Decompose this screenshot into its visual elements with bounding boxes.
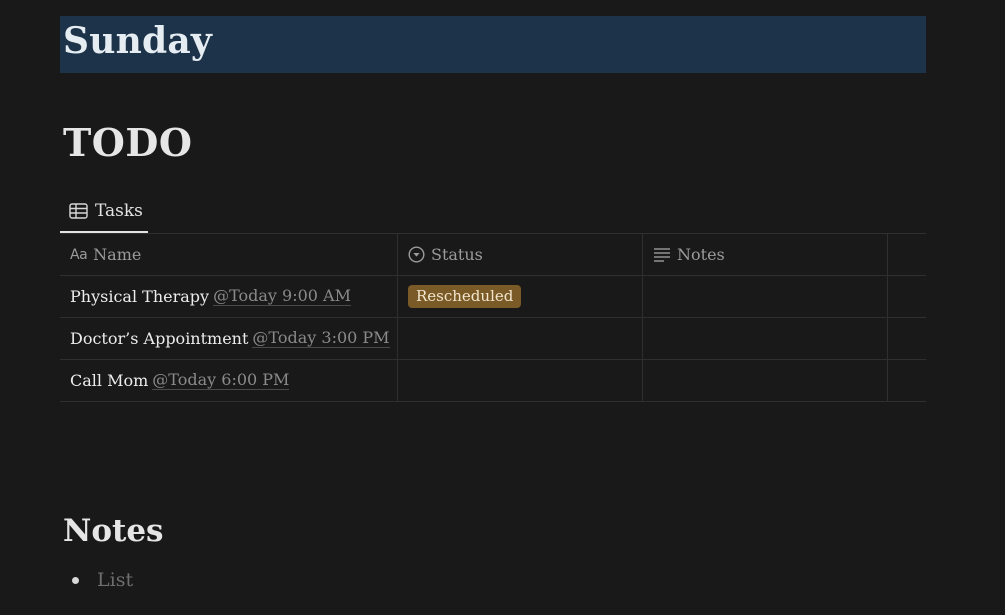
date-mention[interactable]: @Today 9:00 AM — [213, 287, 351, 306]
extra-cell — [887, 360, 926, 401]
list-item[interactable]: List — [72, 568, 133, 592]
table-row[interactable]: Physical Therapy @Today 9:00 AM Reschedu… — [60, 276, 926, 318]
date-mention[interactable]: @Today 3:00 PM — [252, 329, 390, 348]
status-cell[interactable]: Rescheduled — [397, 276, 642, 317]
page: Sunday TODO Tasks Aa Name Status Notes P… — [0, 0, 1005, 615]
table-icon — [69, 202, 88, 219]
column-header-notes[interactable]: Notes — [642, 234, 887, 275]
list-placeholder[interactable]: List — [97, 569, 133, 591]
name-cell[interactable]: Physical Therapy @Today 9:00 AM — [60, 276, 397, 317]
status-property-icon — [408, 246, 425, 263]
view-tab-tasks[interactable]: Tasks — [60, 190, 148, 233]
column-header-label: Name — [93, 245, 142, 264]
page-title[interactable]: Sunday — [63, 20, 212, 62]
name-cell[interactable]: Call Mom @Today 6:00 PM — [60, 360, 397, 401]
text-property-icon: Aa — [70, 246, 88, 263]
day-header-banner: Sunday — [60, 16, 926, 73]
column-header-label: Notes — [677, 245, 725, 264]
task-name: Physical Therapy — [70, 287, 210, 306]
task-name: Call Mom — [70, 371, 149, 390]
notes-bullet-list: List — [72, 568, 133, 592]
status-cell[interactable] — [397, 360, 642, 401]
status-badge[interactable]: Rescheduled — [408, 285, 522, 308]
task-name: Doctor’s Appointment — [70, 329, 249, 348]
extra-cell — [887, 276, 926, 317]
column-header-name[interactable]: Aa Name — [60, 234, 397, 275]
add-column-cell[interactable] — [887, 234, 926, 275]
name-cell[interactable]: Doctor’s Appointment @Today 3:00 PM — [60, 318, 397, 359]
todo-heading[interactable]: TODO — [63, 120, 192, 165]
tasks-table: Aa Name Status Notes Physical Therapy @T… — [60, 233, 926, 402]
view-tab-label: Tasks — [95, 200, 143, 221]
bullet-icon — [72, 576, 79, 584]
table-row[interactable]: Doctor’s Appointment @Today 3:00 PM — [60, 318, 926, 360]
lines-property-icon — [653, 247, 671, 263]
notes-cell[interactable] — [642, 318, 887, 359]
date-mention[interactable]: @Today 6:00 PM — [152, 371, 290, 390]
table-header-row: Aa Name Status Notes — [60, 234, 926, 276]
column-header-status[interactable]: Status — [397, 234, 642, 275]
notes-heading[interactable]: Notes — [63, 513, 164, 549]
status-cell[interactable] — [397, 318, 642, 359]
column-header-label: Status — [431, 245, 483, 264]
notes-cell[interactable] — [642, 276, 887, 317]
table-row[interactable]: Call Mom @Today 6:00 PM — [60, 360, 926, 402]
notes-cell[interactable] — [642, 360, 887, 401]
extra-cell — [887, 318, 926, 359]
